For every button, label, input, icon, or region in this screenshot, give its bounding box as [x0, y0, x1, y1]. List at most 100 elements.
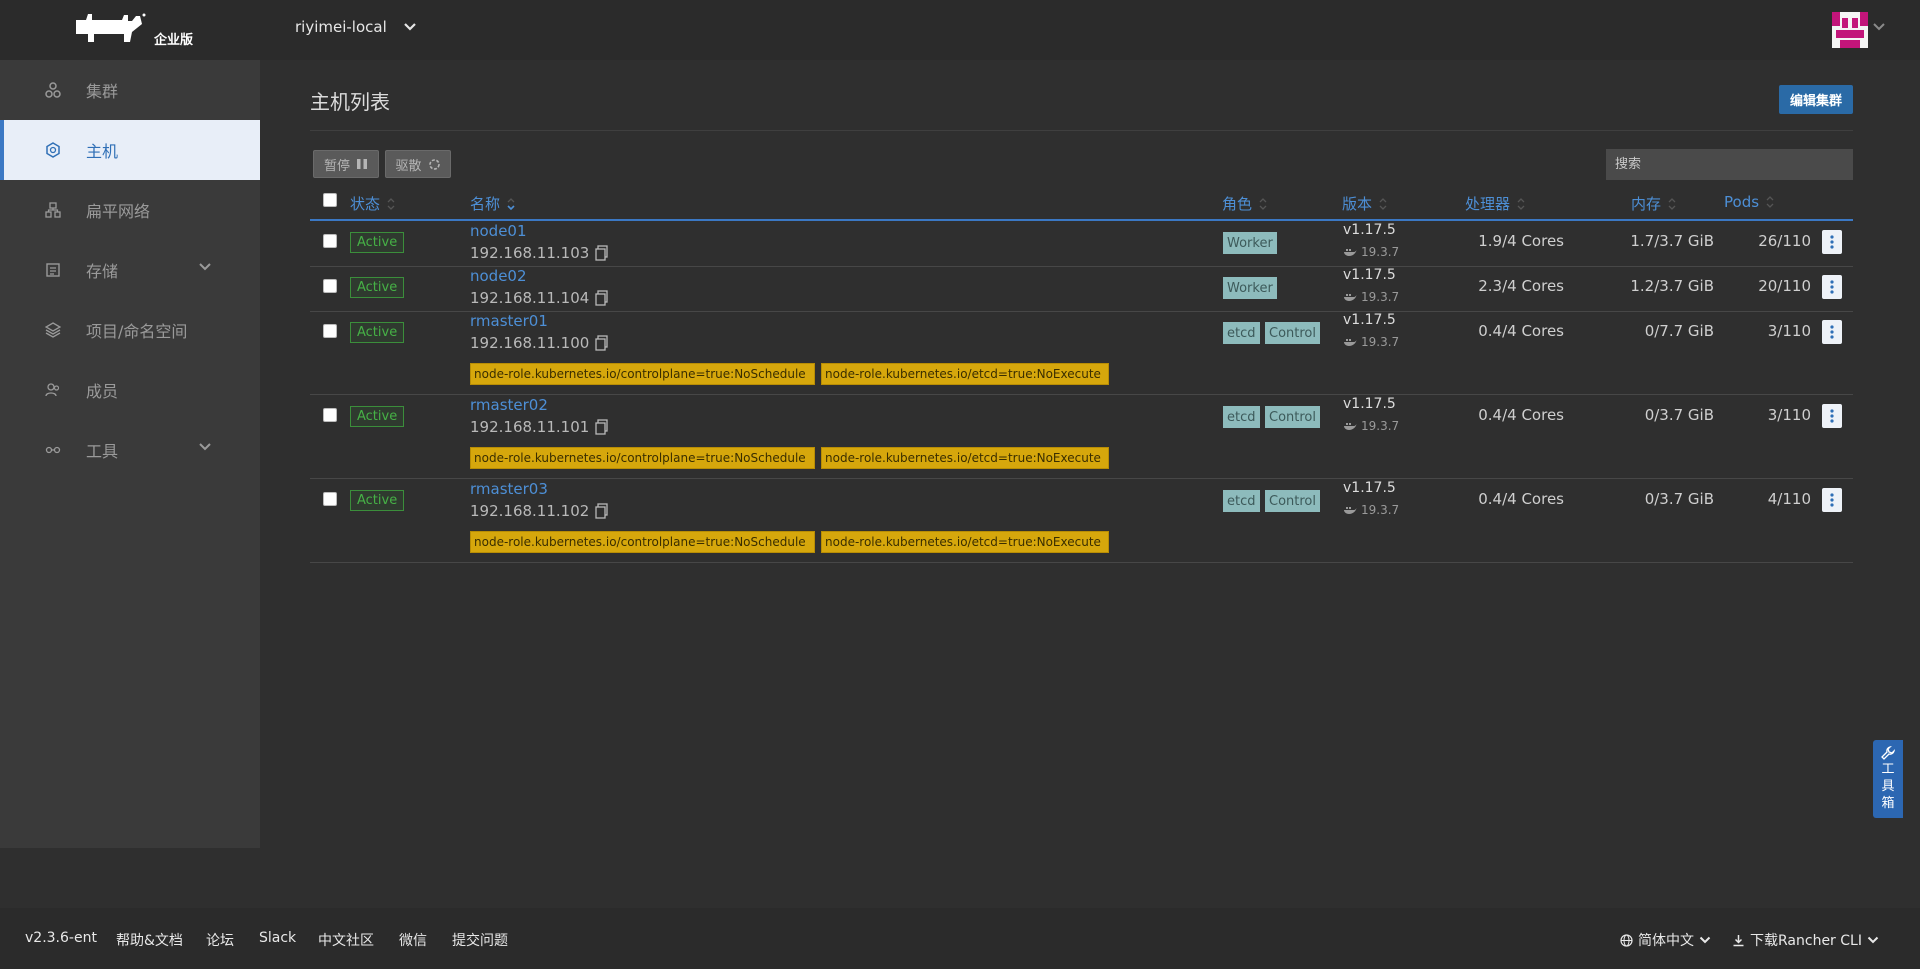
- node-ip: 192.168.11.102: [470, 502, 609, 520]
- drain-button[interactable]: 驱散: [385, 150, 451, 178]
- sidebar-item-storage[interactable]: 存储: [0, 240, 260, 300]
- footer-link-community[interactable]: 中文社区: [318, 930, 374, 950]
- toolbox-button[interactable]: 工 具 箱: [1873, 740, 1903, 818]
- chevron-down-icon: [1867, 936, 1879, 944]
- language-selector[interactable]: 简体中文: [1620, 930, 1711, 950]
- tools-icon: [45, 446, 61, 454]
- node-ip: 192.168.11.103: [470, 244, 609, 262]
- sidebar-item-tools[interactable]: 工具: [0, 420, 260, 480]
- download-cli-button[interactable]: 下载Rancher CLI: [1732, 930, 1879, 950]
- sort-icon: [1517, 197, 1525, 210]
- sidebar-item-label: 扁平网络: [86, 202, 151, 221]
- role-badge: etcd: [1223, 490, 1260, 512]
- select-all-checkbox[interactable]: [323, 193, 337, 207]
- cpu-usage: 0.4/4 Cores: [1478, 490, 1564, 508]
- role-badge: Control: [1265, 490, 1320, 512]
- footer-link-slack[interactable]: Slack: [259, 930, 296, 946]
- cpu-usage: 0.4/4 Cores: [1478, 322, 1564, 340]
- row-actions-button[interactable]: [1822, 320, 1842, 344]
- row-actions-button[interactable]: [1822, 275, 1842, 299]
- toolbox-char: 工: [1881, 762, 1895, 777]
- footer-link-issue[interactable]: 提交问题: [452, 930, 508, 950]
- memory-usage: 1.2/3.7 GiB: [1630, 277, 1714, 295]
- row-checkbox[interactable]: [323, 408, 337, 422]
- sidebar-item-members[interactable]: 成员: [0, 360, 260, 420]
- footer-link-forum[interactable]: 论坛: [206, 930, 234, 950]
- pause-icon: [357, 159, 367, 169]
- sidebar-item-clusters[interactable]: 集群: [0, 60, 260, 120]
- node-name-link[interactable]: node01: [470, 222, 527, 240]
- status-badge: Active: [350, 406, 405, 427]
- cluster-switcher[interactable]: riyimei-local: [295, 18, 417, 36]
- node-name-link[interactable]: rmaster02: [470, 396, 548, 414]
- row-checkbox[interactable]: [323, 324, 337, 338]
- row-checkbox[interactable]: [323, 279, 337, 293]
- k8s-version: v1.17.5: [1343, 267, 1396, 283]
- sidebar-item-label: 存储: [86, 262, 119, 281]
- column-header-version[interactable]: 版本: [1342, 193, 1388, 214]
- edit-cluster-button[interactable]: 编辑集群: [1779, 85, 1853, 114]
- column-header-cpu[interactable]: 处理器: [1465, 193, 1526, 214]
- row-checkbox[interactable]: [323, 492, 337, 506]
- sort-icon: [1379, 197, 1387, 210]
- download-icon: [1733, 934, 1744, 946]
- node-ip: 192.168.11.101: [470, 418, 609, 436]
- column-header-name[interactable]: 名称: [470, 193, 516, 214]
- sidebar-item-flat-network[interactable]: 扁平网络: [0, 180, 260, 240]
- row-divider: [310, 478, 1853, 479]
- role-badge: Worker: [1223, 232, 1277, 254]
- sidebar-item-label: 工具: [86, 442, 119, 461]
- taint-badge: node-role.kubernetes.io/etcd=true:NoExec…: [821, 531, 1109, 553]
- row-actions-button[interactable]: [1822, 488, 1842, 512]
- user-avatar[interactable]: [1832, 12, 1868, 48]
- sidebar-item-hosts[interactable]: 主机: [0, 120, 260, 180]
- docker-version: 19.3.7: [1343, 419, 1399, 433]
- kebab-menu-icon: [1830, 409, 1834, 423]
- column-header-status[interactable]: 状态: [350, 193, 396, 214]
- sidebar-item-label: 集群: [86, 82, 119, 101]
- docker-version: 19.3.7: [1343, 503, 1399, 517]
- status-badge: Active: [350, 277, 405, 298]
- copy-icon[interactable]: [595, 503, 609, 519]
- footer: v2.3.6-ent 帮助&文档 论坛 Slack 中文社区 微信 提交问题 简…: [0, 908, 1920, 969]
- copy-icon[interactable]: [595, 335, 609, 351]
- globe-icon: [1620, 933, 1633, 947]
- sort-icon: [1766, 196, 1774, 208]
- rancher-logo[interactable]: 企业版: [70, 12, 220, 48]
- docker-whale-icon: [1344, 294, 1357, 301]
- role-badge: Control: [1265, 322, 1320, 344]
- wrench-icon: [1881, 746, 1895, 760]
- sidebar-item-projects[interactable]: 项目/命名空间: [0, 300, 260, 360]
- memory-usage: 0/7.7 GiB: [1644, 322, 1714, 340]
- row-checkbox[interactable]: [323, 234, 337, 248]
- node-name-link[interactable]: node02: [470, 267, 527, 285]
- row-divider: [310, 266, 1853, 267]
- copy-icon[interactable]: [595, 245, 609, 261]
- pods-usage: 3/110: [1767, 406, 1811, 424]
- row-actions-button[interactable]: [1822, 230, 1842, 254]
- docker-whale-icon: [1344, 249, 1357, 256]
- footer-link-wechat[interactable]: 微信: [399, 930, 427, 950]
- version-label: v2.3.6-ent: [25, 930, 97, 946]
- kebab-menu-icon: [1830, 235, 1834, 249]
- pause-button[interactable]: 暂停: [313, 150, 379, 178]
- node-name-link[interactable]: rmaster03: [470, 480, 548, 498]
- row-actions-button[interactable]: [1822, 404, 1842, 428]
- drain-button-label: 驱散: [395, 158, 422, 174]
- column-header-memory[interactable]: 内存: [1631, 193, 1677, 214]
- row-divider: [310, 562, 1853, 563]
- role-badge: Worker: [1223, 277, 1277, 299]
- search-input[interactable]: [1606, 149, 1853, 180]
- row-divider: [310, 394, 1853, 395]
- role-badge: etcd: [1223, 322, 1260, 344]
- copy-icon[interactable]: [595, 419, 609, 435]
- node-name-link[interactable]: rmaster01: [470, 312, 548, 330]
- column-header-pods[interactable]: Pods: [1724, 193, 1775, 211]
- copy-icon[interactable]: [595, 290, 609, 306]
- k8s-version: v1.17.5: [1343, 222, 1396, 238]
- k8s-version: v1.17.5: [1343, 312, 1396, 328]
- column-header-role[interactable]: 角色: [1222, 193, 1268, 214]
- footer-link-help[interactable]: 帮助&文档: [116, 930, 183, 950]
- chevron-down-icon[interactable]: [1872, 22, 1886, 32]
- pods-usage: 4/110: [1767, 490, 1811, 508]
